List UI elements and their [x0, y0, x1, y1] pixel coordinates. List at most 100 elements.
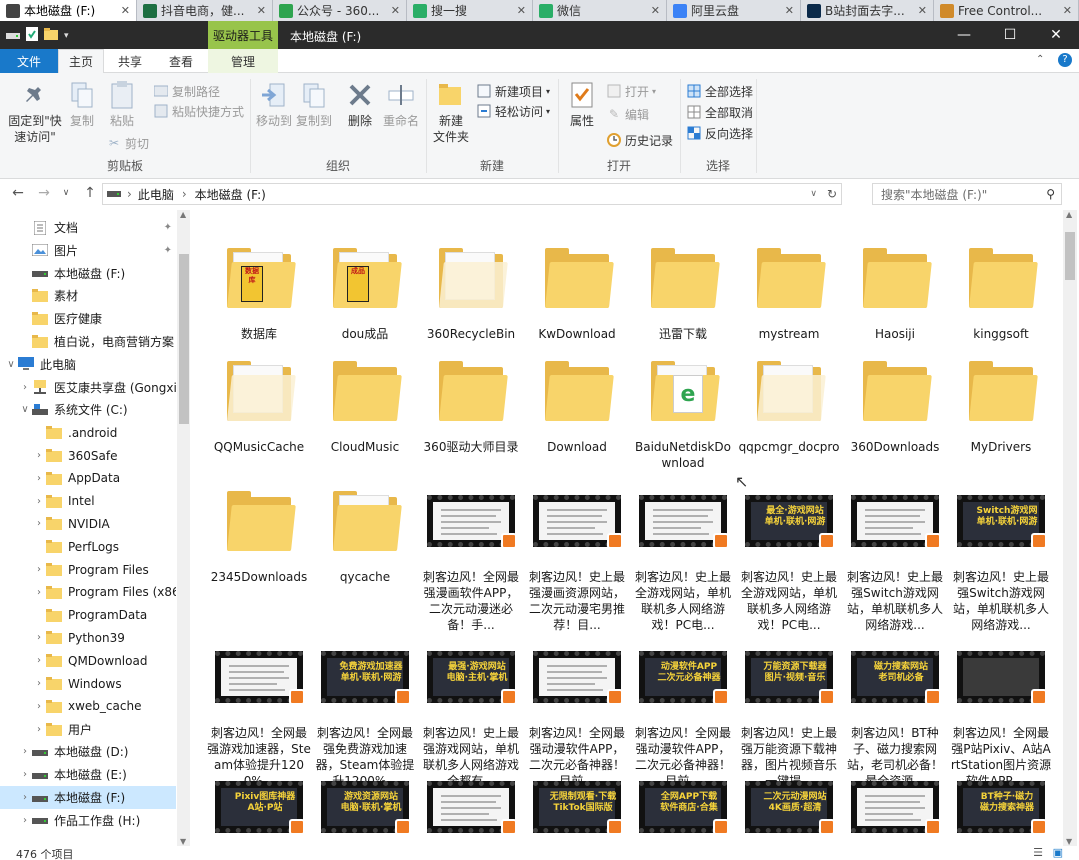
nav-item[interactable]: › 本地磁盘 (D:) [0, 740, 176, 763]
video-file[interactable]: 刺客边风！全网最强漫画软件APP，二次元动漫迷必备！手... [419, 473, 523, 633]
recent-locations-button[interactable]: ∨ [58, 188, 74, 198]
nav-item[interactable]: › Program Files [0, 558, 176, 581]
chevron-right-icon[interactable]: › [32, 701, 46, 712]
rename-button[interactable]: 重命名 [380, 79, 422, 129]
close-icon[interactable]: ✕ [391, 4, 400, 17]
video-file[interactable]: 最全·游戏网站 单机·联机·网游 刺客边风！史上最全游戏网站，单机联机多人网络游戏… [737, 473, 841, 633]
invert-selection-button[interactable]: 反向选择 [686, 123, 753, 143]
window-tab[interactable]: 阿里云盘 ✕ [667, 0, 801, 21]
copy-to-button[interactable]: 复制到 [294, 79, 334, 129]
tab-view[interactable]: 查看 [158, 49, 204, 73]
video-file[interactable]: 刺客边风！史上最强Switch游戏网站，单机联机多人网络游戏... [843, 473, 947, 633]
properties-icon[interactable] [26, 27, 38, 44]
chevron-right-icon[interactable]: › [18, 792, 32, 803]
window-tab[interactable]: 搜一搜 ✕ [407, 0, 533, 21]
paste-button[interactable]: 粘贴 [104, 79, 140, 129]
nav-item[interactable]: PerfLogs [0, 535, 176, 558]
nav-item[interactable]: › xweb_cache [0, 695, 176, 718]
close-icon[interactable]: ✕ [785, 4, 794, 17]
video-file[interactable]: 刺客边风！TikTok抖音国际 [419, 759, 523, 846]
nav-item[interactable]: › QMDownload [0, 649, 176, 672]
close-icon[interactable]: ✕ [517, 4, 526, 17]
address-history-icon[interactable]: ∨ [810, 189, 817, 199]
scrollbar-thumb[interactable] [1065, 232, 1075, 280]
easy-access-button[interactable]: 轻松访问 ▾ [476, 101, 550, 121]
chevron-right-icon[interactable]: › [32, 724, 46, 735]
nav-item[interactable]: › 用户 [0, 718, 176, 741]
select-none-button[interactable]: 全部取消 [686, 102, 753, 122]
refresh-icon[interactable]: ↻ [827, 187, 837, 201]
close-icon[interactable]: ✕ [651, 4, 660, 17]
nav-item[interactable]: 本地磁盘 (F:) [0, 262, 176, 285]
window-tab[interactable]: 本地磁盘 (F:) ✕ [0, 0, 137, 21]
tab-share[interactable]: 共享 [108, 49, 152, 73]
folder-item[interactable]: 成品 dou成品 [313, 230, 417, 342]
video-file[interactable]: BT种子·磁力 磁力搜索神器刺客边风！BT种子、磁力搜索神 [949, 759, 1053, 846]
select-all-button[interactable]: 全部选择 [686, 81, 753, 101]
nav-item[interactable]: › AppData [0, 467, 176, 490]
video-file[interactable]: Switch游戏网 单机·联机·网游 刺客边风！史上最强Switch游戏网站，单机… [949, 473, 1053, 633]
scroll-down-icon[interactable]: ▼ [180, 837, 186, 846]
breadcrumb-this-pc[interactable]: 此电脑 [138, 186, 174, 203]
video-file[interactable]: 刺客边风！史上最全游戏网站，单机联机多人网络游戏！PC电... [631, 473, 735, 633]
nav-item[interactable]: › NVIDIA [0, 512, 176, 535]
close-button[interactable]: ✕ [1033, 21, 1079, 49]
video-file[interactable]: 刺客边风！史上最强在线动漫资 [843, 759, 947, 846]
folder-item[interactable]: qqpcmgr_docpro [737, 343, 841, 455]
video-file[interactable]: 刺客边风！史上最强漫画资源网站，二次元动漫宅男推荐！目... [525, 473, 629, 633]
nav-item[interactable]: › Windows [0, 672, 176, 695]
nav-item[interactable]: › Program Files (x86) [0, 581, 176, 604]
drive-tools-context-tab[interactable]: 驱动器工具 [208, 21, 278, 49]
video-file[interactable]: Pixiv图库神器 A站·P站刺客边风！全网最强P站Pixiv、A [207, 759, 311, 846]
folder-item[interactable]: 2345Downloads [207, 473, 311, 585]
chevron-right-icon[interactable]: › [32, 678, 46, 689]
navigation-pane-scrollbar[interactable]: ▲ ▼ [177, 210, 191, 846]
search-box[interactable]: 搜索"本地磁盘 (F:)" ⚲ [872, 183, 1062, 205]
folder-item[interactable]: 迅雷下载 [631, 230, 735, 342]
tab-home[interactable]: 主页 [58, 49, 104, 74]
folder-item[interactable]: MyDrivers [949, 343, 1053, 455]
close-icon[interactable]: ✕ [257, 4, 266, 17]
window-tab[interactable]: B站封面去字... ✕ [801, 0, 934, 21]
folder-item[interactable]: 360RecycleBin [419, 230, 523, 342]
pin-to-quick-access-button[interactable]: 固定到"快速访问" [6, 79, 64, 145]
scroll-down-icon[interactable]: ▼ [1066, 837, 1072, 846]
nav-item[interactable]: › 本地磁盘 (F:) [0, 786, 176, 809]
window-tab[interactable]: 微信 ✕ [533, 0, 667, 21]
help-icon[interactable]: ? [1058, 53, 1072, 67]
nav-item[interactable]: 文档 ✦ [0, 216, 176, 239]
back-button[interactable]: ← [10, 185, 26, 201]
nav-item[interactable]: › Python39 [0, 626, 176, 649]
properties-button[interactable]: 属性 [564, 79, 600, 129]
delete-button[interactable]: 删除 [342, 79, 378, 129]
chevron-right-icon[interactable]: › [32, 564, 46, 575]
chevron-right-icon[interactable]: › [32, 518, 46, 529]
nav-item[interactable]: › 本地磁盘 (E:) [0, 763, 176, 786]
scroll-up-icon[interactable]: ▲ [180, 210, 186, 219]
chevron-right-icon[interactable]: › [32, 655, 46, 666]
chevron-right-icon[interactable]: › [32, 450, 46, 461]
nav-item[interactable]: 植白说，电商营销方案 [0, 330, 176, 353]
folder-item[interactable]: 360Downloads [843, 343, 947, 455]
video-file[interactable]: 游戏资源网站 电脑·联机·掌机刺客边风！最强游戏资源网站， [313, 759, 417, 846]
copy-button[interactable]: 复制 [64, 79, 100, 129]
nav-item[interactable]: ∨ 此电脑 [0, 353, 176, 376]
minimize-button[interactable]: — [941, 21, 987, 49]
scroll-up-icon[interactable]: ▲ [1066, 210, 1072, 219]
chevron-right-icon[interactable]: › [18, 815, 32, 826]
folder-item[interactable]: 数据库 数据库 [207, 230, 311, 342]
up-button[interactable]: ↑ [82, 185, 98, 201]
nav-item[interactable]: › 360Safe [0, 444, 176, 467]
chevron-right-icon[interactable]: › [18, 382, 32, 393]
tab-file[interactable]: 文件 [0, 49, 58, 73]
tab-manage[interactable]: 管理 [208, 49, 278, 73]
nav-item[interactable]: 图片 ✦ [0, 239, 176, 262]
breadcrumb-current[interactable]: 本地磁盘 (F:) [195, 186, 266, 203]
folder-item[interactable]: kinggsoft [949, 230, 1053, 342]
chevron-down-icon[interactable]: ∨ [4, 359, 18, 370]
open-button[interactable]: 打开 ▾ [606, 81, 656, 101]
scrollbar-thumb[interactable] [179, 254, 189, 424]
video-file[interactable]: 二次元动漫网站 4K画质·超清刺客边风！史上最强在线动漫资 [737, 759, 841, 846]
chevron-down-icon[interactable]: ∨ [18, 404, 32, 415]
folder-item[interactable]: qycache [313, 473, 417, 585]
